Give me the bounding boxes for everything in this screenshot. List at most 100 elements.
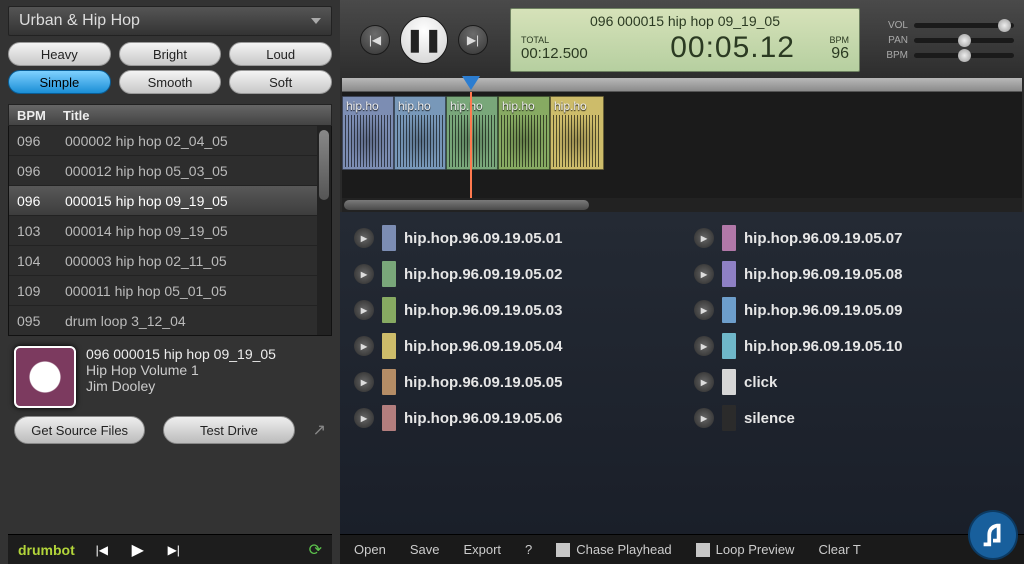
list-row[interactable]: 096000015 hip hop 09_19_05	[9, 186, 331, 216]
album-art	[14, 346, 76, 408]
skip-back-button[interactable]: |◀	[360, 25, 390, 55]
transport-bar: |◀ ❚❚ ▶| 096 000015 hip hop 09_19_05 TOT…	[340, 0, 1024, 78]
list-row[interactable]: 104000003 hip hop 02_11_05	[9, 246, 331, 276]
detail-meta: 096 000015 hip hop 09_19_05 Hip Hop Volu…	[86, 346, 276, 408]
play-clip-icon[interactable]: ▶	[694, 228, 714, 248]
clip-thumbnail-icon	[382, 261, 396, 287]
next-track-icon[interactable]: ▶|	[165, 543, 183, 557]
clip-item[interactable]: ▶ hip.hop.96.09.19.05.09	[694, 292, 1016, 328]
chevron-down-icon	[311, 18, 321, 24]
clip-thumbnail-icon	[382, 369, 396, 395]
play-clip-icon[interactable]: ▶	[354, 264, 374, 284]
clip-thumbnail-icon	[722, 333, 736, 359]
prev-track-icon[interactable]: |◀	[93, 543, 111, 557]
clip-item[interactable]: ▶ hip.hop.96.09.19.05.07	[694, 220, 1016, 256]
clip-name: hip.hop.96.09.19.05.09	[744, 302, 902, 319]
clip-item[interactable]: ▶ click	[694, 364, 1016, 400]
lcd-bpm-value: 96	[831, 45, 849, 63]
play-clip-icon[interactable]: ▶	[354, 300, 374, 320]
clip-item[interactable]: ▶hip.hop.96.09.19.05.08	[694, 256, 1016, 292]
arrangement-clip[interactable]: hip.ho	[394, 96, 446, 170]
lcd-track: 096 000015 hip hop 09_19_05	[511, 13, 859, 29]
get-source-files-button[interactable]: Get Source Files	[14, 416, 145, 444]
play-clip-icon[interactable]: ▶	[354, 228, 374, 248]
clip-thumbnail-icon	[722, 297, 736, 323]
clip-item[interactable]: ▶hip.hop.96.09.19.05.05	[354, 364, 676, 400]
bpm-slider[interactable]: BPM	[880, 50, 1014, 61]
clip-item[interactable]: ▶silence	[694, 400, 1016, 436]
timeline-ruler[interactable]	[342, 78, 1022, 92]
pan-slider[interactable]: PAN	[880, 35, 1014, 46]
loop-preview-toggle[interactable]: Loop Preview	[696, 542, 795, 558]
sidebar-footer: drumbot |◀ ▶ ▶| ⟳	[8, 534, 332, 564]
play-icon[interactable]: ▶	[129, 540, 147, 560]
tag-bright[interactable]: Bright	[119, 42, 222, 66]
play-clip-icon[interactable]: ▶	[694, 264, 714, 284]
clip-thumbnail-icon	[382, 405, 396, 431]
play-clip-icon[interactable]: ▶	[354, 336, 374, 356]
skip-forward-button[interactable]: ▶|	[458, 25, 488, 55]
clip-name: click	[744, 374, 777, 391]
share-icon[interactable]: ↗	[313, 420, 326, 440]
pause-button[interactable]: ❚❚	[400, 16, 448, 64]
loop-list: 096000002 hip hop 02_04_05096000012 hip …	[8, 126, 332, 336]
detail-artist: Jim Dooley	[86, 378, 276, 394]
clear-button[interactable]: Clear T	[818, 542, 860, 557]
arrangement-clip[interactable]: hip.ho	[550, 96, 604, 170]
vol-slider[interactable]: VOL	[880, 20, 1014, 31]
clip-thumbnail-icon	[722, 225, 736, 251]
arrangement-clip[interactable]: hip.ho	[446, 96, 498, 170]
play-clip-icon[interactable]: ▶	[694, 372, 714, 392]
play-clip-icon[interactable]: ▶	[354, 372, 374, 392]
arrangement-scrollbar[interactable]	[342, 198, 1022, 212]
arrangement-clip[interactable]: hip.ho	[498, 96, 550, 170]
play-clip-icon[interactable]: ▶	[694, 300, 714, 320]
clip-item[interactable]: ▶ hip.hop.96.09.19.05.02	[354, 256, 676, 292]
play-clip-icon[interactable]: ▶	[354, 408, 374, 428]
tag-simple[interactable]: Simple	[8, 70, 111, 94]
col-bpm-header: BPM	[9, 105, 57, 125]
clip-name: hip.hop.96.09.19.05.07	[744, 230, 902, 247]
clip-name: hip.hop.96.09.19.05.02	[404, 266, 562, 283]
clip-thumbnail-icon	[382, 297, 396, 323]
save-button[interactable]: Save	[410, 542, 440, 557]
playhead-icon[interactable]	[462, 76, 480, 90]
play-clip-icon[interactable]: ▶	[694, 408, 714, 428]
genre-dropdown[interactable]: Urban & Hip Hop	[8, 6, 332, 36]
loop-icon[interactable]: ⟳	[309, 540, 322, 560]
tag-soft[interactable]: Soft	[229, 70, 332, 94]
clip-thumbnail-icon	[722, 369, 736, 395]
help-button[interactable]: ?	[525, 542, 532, 557]
clip-item[interactable]: ▶ hip.hop.96.09.19.05.06	[354, 400, 676, 436]
col-title-header: Title	[57, 105, 331, 125]
arrangement-clip[interactable]: hip.ho	[342, 96, 394, 170]
tag-heavy[interactable]: Heavy	[8, 42, 111, 66]
clip-item[interactable]: ▶hip.hop.96.09.19.05.01	[354, 220, 676, 256]
clip-item[interactable]: ▶hip.hop.96.09.19.05.03	[354, 292, 676, 328]
list-row[interactable]: 096000002 hip hop 02_04_05	[9, 126, 331, 156]
clip-browser: ▶hip.hop.96.09.19.05.01▶hip.hop.96.09.19…	[340, 212, 1024, 534]
clip-thumbnail-icon	[382, 225, 396, 251]
list-row[interactable]: 103000014 hip hop 09_19_05	[9, 216, 331, 246]
list-header: BPM Title	[8, 104, 332, 126]
open-button[interactable]: Open	[354, 542, 386, 557]
test-drive-button[interactable]: Test Drive	[163, 416, 294, 444]
main-panel: |◀ ❚❚ ▶| 096 000015 hip hop 09_19_05 TOT…	[340, 0, 1024, 564]
arrangement-view[interactable]: hip.hohip.hohip.hohip.hohip.ho	[342, 92, 1022, 212]
clip-thumbnail-icon	[382, 333, 396, 359]
clip-name: hip.hop.96.09.19.05.06	[404, 410, 562, 427]
chase-playhead-toggle[interactable]: Chase Playhead	[556, 542, 671, 558]
clip-item[interactable]: ▶hip.hop.96.09.19.05.10	[694, 328, 1016, 364]
export-button[interactable]: Export	[463, 542, 501, 557]
list-scrollbar[interactable]	[317, 126, 331, 335]
app-logo-icon[interactable]	[970, 512, 1016, 558]
lcd-display: 096 000015 hip hop 09_19_05 TOTAL 00:12.…	[510, 8, 860, 72]
list-row[interactable]: 095drum loop 3_12_04	[9, 306, 331, 336]
tag-smooth[interactable]: Smooth	[119, 70, 222, 94]
list-row[interactable]: 096000012 hip hop 05_03_05	[9, 156, 331, 186]
clip-item[interactable]: ▶hip.hop.96.09.19.05.04	[354, 328, 676, 364]
lcd-time: 00:05.12	[670, 31, 795, 65]
tag-loud[interactable]: Loud	[229, 42, 332, 66]
list-row[interactable]: 109000011 hip hop 05_01_05	[9, 276, 331, 306]
play-clip-icon[interactable]: ▶	[694, 336, 714, 356]
